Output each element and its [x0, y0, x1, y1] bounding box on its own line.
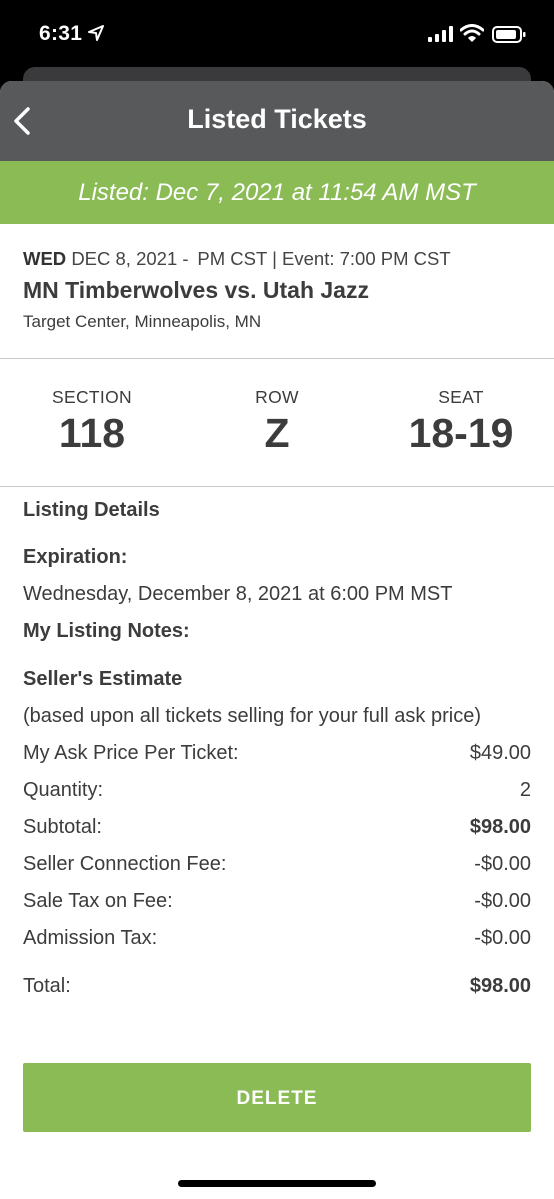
event-venue: Target Center, Minneapolis, MN [23, 312, 262, 331]
cellular-signal-icon [428, 26, 454, 47]
section-label: SECTION [52, 387, 132, 407]
listing-details-heading: Listing Details [23, 499, 160, 521]
ask-price-label: My Ask Price Per Ticket: [23, 742, 239, 764]
row-value: Z [264, 410, 290, 456]
sellers-estimate-heading: Seller's Estimate [23, 668, 183, 690]
quantity-label: Quantity: [23, 779, 104, 801]
expiration-value: Wednesday, December 8, 2021 at 6:00 PM M… [23, 583, 453, 605]
estimate-note: (based upon all tickets selling for your… [23, 705, 481, 727]
location-arrow-icon [88, 25, 104, 46]
home-indicator [178, 1180, 376, 1187]
listed-tickets-sheet: Listed Tickets Listed: Dec 7, 2021 at 11… [0, 81, 554, 1199]
delete-button[interactable]: DELETE [23, 1063, 531, 1132]
battery-icon [492, 26, 526, 48]
quantity-row: Quantity: 2 [23, 779, 531, 805]
navigation-bar: Listed Tickets [0, 81, 554, 161]
section-block: SECTION 118 [2, 387, 182, 457]
connection-fee-row: Seller Connection Fee: -$0.00 [23, 853, 531, 879]
row-label: ROW [255, 387, 299, 407]
connection-fee-value: -$0.00 [474, 853, 531, 875]
event-day-of-week: WED [23, 248, 67, 269]
seat-block: SEAT 18-19 [371, 387, 551, 457]
status-time: 6:31 [39, 22, 83, 45]
event-title: MN Timberwolves vs. Utah Jazz [23, 277, 369, 303]
divider [0, 358, 554, 359]
admission-tax-row: Admission Tax: -$0.00 [23, 927, 531, 953]
page-title: Listed Tickets [187, 104, 367, 134]
listed-date-banner: Listed: Dec 7, 2021 at 11:54 AM MST [0, 161, 554, 224]
sale-tax-row: Sale Tax on Fee: -$0.00 [23, 890, 531, 916]
event-info: WED DEC 8, 2021 - PM CST | Event: 7:00 P… [23, 248, 533, 332]
total-value: $98.00 [469, 975, 531, 997]
subtotal-row: Subtotal: $98.00 [23, 816, 531, 842]
expiration-label: Expiration: [23, 546, 128, 568]
total-label: Total: [23, 975, 71, 997]
section-value: 118 [58, 410, 126, 456]
seat-label: SEAT [438, 387, 484, 407]
row-block: ROW Z [187, 387, 367, 457]
sale-tax-value: -$0.00 [474, 890, 531, 912]
subtotal-label: Subtotal: [23, 816, 102, 838]
ask-price-row: My Ask Price Per Ticket: $49.00 [23, 742, 531, 768]
admission-tax-label: Admission Tax: [23, 927, 158, 949]
sale-tax-label: Sale Tax on Fee: [23, 890, 173, 912]
quantity-value: 2 [519, 779, 531, 801]
admission-tax-value: -$0.00 [474, 927, 531, 949]
divider [0, 486, 554, 487]
connection-fee-label: Seller Connection Fee: [23, 853, 227, 875]
subtotal-value: $98.00 [469, 816, 531, 838]
status-bar: 6:31 [0, 0, 554, 70]
event-date-line: WED DEC 8, 2021 - PM CST | Event: 7:00 P… [23, 248, 533, 270]
event-date-time: DEC 8, 2021 - PM CST | Event: 7:00 PM CS… [71, 248, 451, 269]
ask-price-value: $49.00 [469, 742, 531, 764]
listing-notes-label: My Listing Notes: [23, 620, 190, 642]
total-row: Total: $98.00 [23, 975, 531, 1001]
seat-value: 18-19 [408, 410, 514, 456]
wifi-icon [459, 24, 485, 47]
